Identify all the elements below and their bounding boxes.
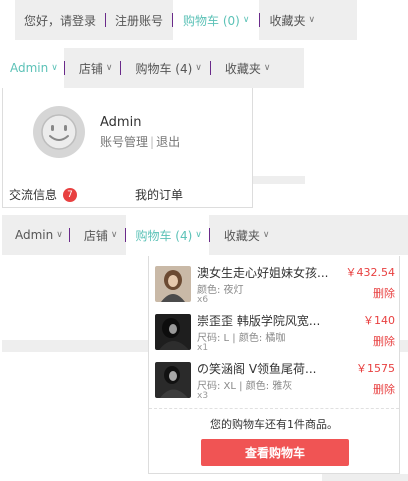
smiley-face-icon bbox=[41, 114, 77, 150]
favorites-menu[interactable]: 收藏夹 ∨ bbox=[260, 0, 324, 40]
shop-menu[interactable]: 店铺 ∨ bbox=[65, 48, 121, 88]
chevron-down-icon: ∨ bbox=[308, 15, 316, 25]
top-nav-bar-guest: 您好，请登录 注册账号 购物车 (0) ∨ 收藏夹 ∨ bbox=[15, 0, 357, 40]
account-links: 账号管理 | 退出 bbox=[100, 133, 180, 150]
favorites-label: 收藏夹 bbox=[269, 13, 306, 28]
favorites-label: 收藏夹 bbox=[224, 61, 261, 76]
account-label: Admin bbox=[10, 61, 49, 75]
chevron-down-icon: ∨ bbox=[56, 230, 63, 240]
delete-button[interactable]: 删除 bbox=[373, 285, 395, 301]
view-cart-button[interactable]: 查看购物车 bbox=[201, 439, 349, 466]
product-price: ￥140 bbox=[363, 314, 395, 327]
cart-item: 澳女生走心好姐妹女孩... 颜色: 夜灯 x6 ￥432.54 删除 bbox=[155, 264, 395, 310]
product-quantity: x6 bbox=[197, 295, 209, 305]
product-spec: 尺码: L | 颜色: 橘咖 bbox=[197, 333, 286, 344]
background-strip bbox=[2, 340, 148, 352]
top-nav-bar-account: Admin ∨ 店铺 ∨ 购物车 (4) ∨ 收藏夹 ∨ bbox=[2, 48, 304, 88]
product-title[interactable]: 澳女生走心好姐妹女孩... bbox=[197, 264, 337, 281]
product-title[interactable]: 崇歪歪 韩版学院风宽... bbox=[197, 312, 337, 329]
favorites-menu[interactable]: 收藏夹 ∨ bbox=[210, 215, 278, 255]
product-quantity: x3 bbox=[197, 391, 209, 401]
chevron-down-icon: ∨ bbox=[51, 63, 58, 73]
favorites-menu[interactable]: 收藏夹 ∨ bbox=[211, 48, 279, 88]
top-nav-bar-cart-open: Admin ∨ 店铺 ∨ 购物车 (4) ∨ 收藏夹 ∨ bbox=[2, 215, 408, 255]
cart-label: 购物车 (4) bbox=[135, 61, 193, 76]
product-quantity: x1 bbox=[197, 343, 209, 353]
product-price: ￥1575 bbox=[356, 362, 395, 375]
username: Admin bbox=[100, 115, 142, 130]
background-strip bbox=[322, 474, 408, 481]
cart-menu[interactable]: 购物车 (4) ∨ bbox=[121, 48, 209, 88]
account-label: Admin bbox=[15, 228, 54, 242]
shop-label: 店铺 bbox=[83, 228, 108, 243]
register-label: 注册账号 bbox=[115, 13, 164, 28]
cart-item: 崇歪歪 韩版学院风宽... 尺码: L | 颜色: 橘咖 x1 ￥140 删除 bbox=[155, 312, 395, 358]
delete-button[interactable]: 删除 bbox=[373, 333, 395, 349]
product-price: ￥432.54 bbox=[345, 266, 396, 279]
chevron-down-icon: ∨ bbox=[195, 63, 202, 73]
user-avatar-icon bbox=[33, 106, 85, 158]
shop-label: 店铺 bbox=[78, 61, 103, 76]
product-spec: 颜色: 夜灯 bbox=[197, 285, 244, 296]
cart-divider bbox=[149, 408, 399, 409]
product-title[interactable]: の笑涵阁 V领鱼尾荷... bbox=[197, 360, 337, 377]
background-strip bbox=[400, 340, 408, 352]
manage-account-link[interactable]: 账号管理 bbox=[100, 135, 148, 149]
product-thumbnail[interactable] bbox=[155, 314, 191, 350]
my-orders-link[interactable]: 我的订单 bbox=[135, 186, 183, 203]
messages-link[interactable]: 交流信息 7 bbox=[9, 186, 78, 203]
chevron-down-icon: ∨ bbox=[110, 230, 118, 240]
chevron-down-icon: ∨ bbox=[105, 63, 113, 73]
favorites-label: 收藏夹 bbox=[223, 228, 260, 243]
account-menu[interactable]: Admin ∨ bbox=[2, 48, 64, 88]
login-link[interactable]: 您好，请登录 bbox=[15, 0, 105, 40]
product-thumbnail[interactable] bbox=[155, 266, 191, 302]
link-separator: | bbox=[150, 135, 155, 149]
chevron-down-icon: ∨ bbox=[242, 15, 250, 25]
chevron-down-icon: ∨ bbox=[262, 230, 270, 240]
logout-link[interactable]: 退出 bbox=[156, 135, 180, 149]
register-link[interactable]: 注册账号 bbox=[106, 0, 172, 40]
shop-menu[interactable]: 店铺 ∨ bbox=[70, 215, 126, 255]
cart-menu[interactable]: 购物车 (0) ∨ bbox=[173, 0, 260, 40]
product-spec: 尺码: XL | 颜色: 雅灰 bbox=[197, 381, 293, 392]
cart-summary: 您的购物车还有1件商品。 bbox=[210, 418, 338, 431]
chevron-down-icon: ∨ bbox=[195, 230, 202, 240]
login-label: 您好，请登录 bbox=[24, 13, 97, 28]
cart-item: の笑涵阁 V领鱼尾荷... 尺码: XL | 颜色: 雅灰 x3 ￥1575 删… bbox=[155, 360, 395, 406]
delete-button[interactable]: 删除 bbox=[373, 381, 395, 397]
cart-label: 购物车 (0) bbox=[183, 13, 240, 28]
cart-menu[interactable]: 购物车 (4) ∨ bbox=[126, 215, 209, 255]
account-menu[interactable]: Admin ∨ bbox=[2, 215, 69, 255]
account-dropdown: Admin 账号管理 | 退出 交流信息 7 我的订单 bbox=[2, 88, 253, 208]
chevron-down-icon: ∨ bbox=[263, 63, 271, 73]
background-strip bbox=[253, 176, 305, 184]
messages-label: 交流信息 bbox=[9, 188, 58, 202]
messages-count-badge: 7 bbox=[63, 187, 78, 202]
product-thumbnail[interactable] bbox=[155, 362, 191, 398]
cart-dropdown: 澳女生走心好姐妹女孩... 颜色: 夜灯 x6 ￥432.54 删除 崇歪歪 韩… bbox=[148, 256, 400, 474]
cart-label: 购物车 (4) bbox=[135, 228, 193, 243]
